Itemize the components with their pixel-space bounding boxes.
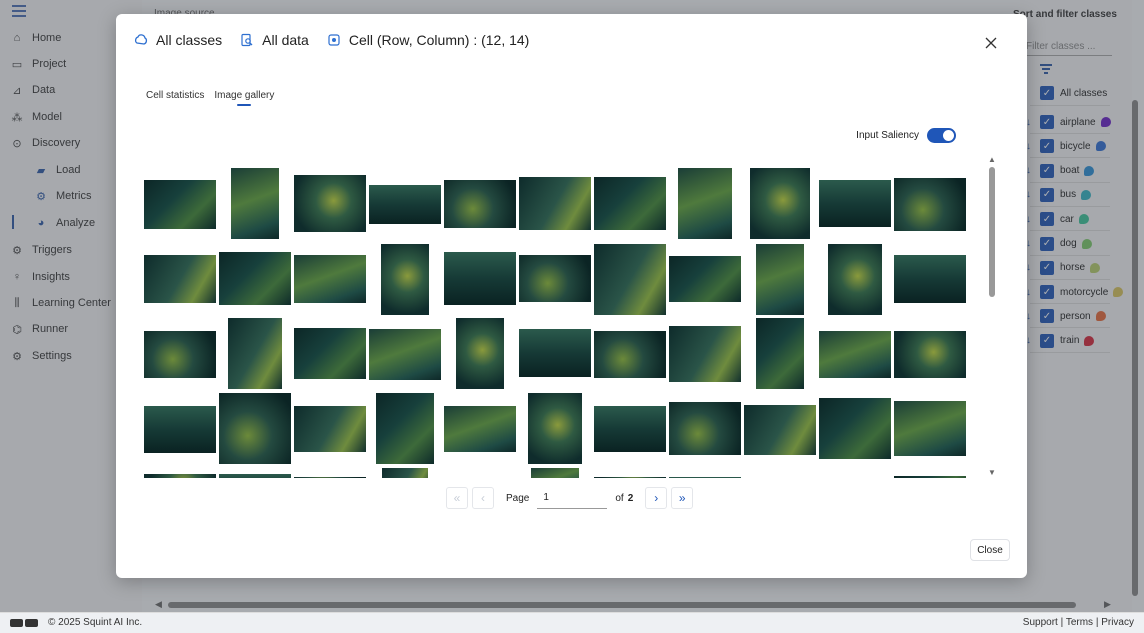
gallery-thumbnail[interactable] [894, 401, 966, 456]
gallery-thumbnail[interactable] [819, 398, 891, 459]
gallery-thumbnail[interactable] [144, 180, 216, 229]
gallery-thumbnail[interactable] [756, 318, 804, 389]
support-link[interactable]: Support [1023, 617, 1058, 628]
gallery-thumbnail[interactable] [381, 244, 429, 315]
gallery-thumbnail[interactable] [219, 252, 291, 305]
privacy-link[interactable]: Privacy [1101, 617, 1134, 628]
gallery-thumbnail[interactable] [756, 244, 804, 315]
gallery-thumbnail[interactable] [669, 477, 741, 478]
classes-label: All classes [156, 32, 223, 48]
gallery-thumbnail[interactable] [231, 168, 279, 239]
gallery-thumbnail[interactable] [894, 476, 966, 478]
gallery-thumbnail[interactable] [594, 177, 666, 230]
classes-filter-chip: All classes [134, 32, 222, 48]
toggle-knob [943, 130, 954, 141]
scroll-up-icon[interactable]: ▲ [988, 155, 996, 164]
previous-page-button[interactable]: ‹ [472, 487, 494, 509]
gallery-thumbnail[interactable] [594, 331, 666, 378]
footer-links: Support | Terms | Privacy [1022, 617, 1134, 628]
gallery-thumbnail[interactable] [444, 406, 516, 452]
gallery-thumbnail[interactable] [750, 168, 810, 239]
page-number-input[interactable] [537, 487, 608, 509]
gallery-thumbnail[interactable] [528, 393, 582, 464]
image-gallery-grid [144, 152, 970, 478]
gallery-thumbnail[interactable] [744, 405, 816, 455]
gallery-thumbnail[interactable] [382, 468, 428, 478]
gallery-thumbnail[interactable] [376, 393, 434, 464]
chevron-left-icon: ‹ [481, 491, 485, 505]
scroll-down-icon[interactable]: ▼ [988, 468, 996, 477]
gallery-thumbnail[interactable] [144, 255, 216, 303]
gallery-thumbnail[interactable] [294, 175, 366, 232]
close-icon[interactable] [985, 36, 997, 49]
gallery-thumbnail[interactable] [519, 177, 591, 230]
classes-icon [134, 33, 148, 47]
tab-image-gallery[interactable]: Image gallery [214, 90, 274, 106]
gallery-thumbnail[interactable] [456, 318, 504, 389]
gallery-thumbnail[interactable] [294, 255, 366, 303]
dialog-tabs: Cell statistics Image gallery [146, 90, 274, 106]
gallery-thumbnail[interactable] [294, 328, 366, 379]
gallery-thumbnail[interactable] [144, 331, 216, 378]
gallery-thumbnail[interactable] [594, 406, 666, 452]
gallery-thumbnail[interactable] [828, 244, 882, 315]
double-chevron-right-icon: » [678, 491, 686, 505]
gallery-thumbnail[interactable] [594, 477, 666, 478]
gallery-thumbnail[interactable] [444, 252, 516, 305]
last-page-button[interactable]: » [671, 487, 694, 509]
gallery-thumbnail[interactable] [369, 329, 441, 380]
gallery-thumbnail[interactable] [144, 406, 216, 453]
gallery-thumbnail[interactable] [519, 329, 591, 377]
tab-cell-statistics[interactable]: Cell statistics [146, 90, 204, 101]
cell-icon [327, 33, 341, 47]
of-label: of [615, 492, 624, 504]
total-pages: 2 [627, 492, 634, 504]
double-chevron-left-icon: « [453, 491, 461, 505]
first-page-button[interactable]: « [446, 487, 468, 509]
next-page-button[interactable]: › [645, 487, 668, 509]
gallery-thumbnail[interactable] [444, 180, 516, 228]
gallery-thumbnail[interactable] [669, 256, 741, 302]
terms-link[interactable]: Terms [1066, 617, 1093, 628]
data-filter-chip: All data [240, 32, 309, 48]
gallery-thumbnail[interactable] [144, 474, 216, 478]
data-label: All data [262, 32, 309, 48]
gallery-thumbnail[interactable] [219, 474, 291, 478]
gallery-thumbnail[interactable] [219, 393, 291, 464]
input-saliency-control: Input Saliency [856, 128, 956, 143]
gallery-thumbnail[interactable] [294, 477, 366, 478]
gallery-thumbnail[interactable] [594, 244, 666, 315]
gallery-thumbnail[interactable] [294, 406, 366, 452]
image-gallery-dialog: All classes All data Cell (Row, Column) … [116, 14, 1027, 578]
page-label: Page [506, 492, 530, 504]
cell-chip: Cell (Row, Column) : (12, 14) [327, 32, 530, 48]
gallery-thumbnail[interactable] [369, 185, 441, 224]
close-button[interactable]: Close [970, 539, 1010, 561]
data-search-icon [240, 33, 254, 47]
gallery-thumbnail[interactable] [894, 178, 966, 231]
gallery-thumbnail[interactable] [669, 402, 741, 455]
saliency-label: Input Saliency [856, 130, 919, 141]
gallery-thumbnail[interactable] [819, 180, 891, 227]
saliency-toggle[interactable] [927, 128, 956, 143]
squint-logo-icon [10, 619, 38, 627]
dialog-header: All classes All data Cell (Row, Column) … [134, 32, 547, 48]
cell-label: Cell (Row, Column) : (12, 14) [348, 32, 530, 48]
gallery-thumbnail[interactable] [519, 255, 591, 302]
chevron-right-icon: › [654, 491, 659, 505]
gallery-thumbnail[interactable] [531, 468, 579, 478]
gallery-thumbnail[interactable] [894, 255, 966, 303]
pagination: « ‹ Page of 2 › » [446, 487, 697, 509]
gallery-thumbnail[interactable] [228, 318, 282, 389]
gallery-scrollbar[interactable] [989, 167, 995, 297]
footer: © 2025 Squint AI Inc. Support | Terms | … [0, 612, 1144, 633]
gallery-thumbnail[interactable] [894, 331, 966, 378]
gallery-thumbnail[interactable] [678, 168, 732, 239]
copyright: © 2025 Squint AI Inc. [48, 617, 143, 628]
gallery-thumbnail[interactable] [819, 331, 891, 378]
gallery-thumbnail[interactable] [669, 326, 741, 382]
